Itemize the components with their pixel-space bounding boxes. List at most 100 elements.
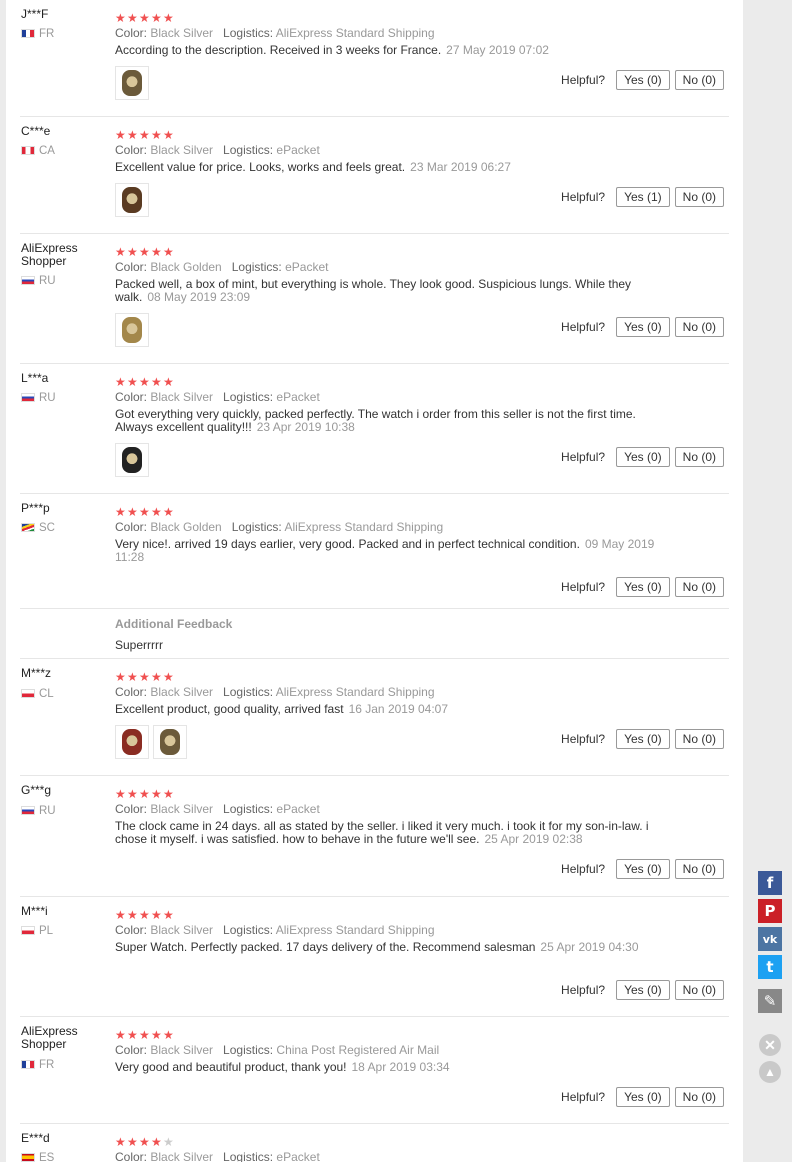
facebook-glyph: f: [766, 874, 774, 892]
review-date: 25 Apr 2019 02:38: [484, 832, 583, 846]
helpful-no-button[interactable]: No (0): [674, 70, 724, 90]
review-photos: [115, 66, 153, 100]
helpful-no-button[interactable]: No (0): [674, 317, 724, 337]
helpful-no-button[interactable]: No (0): [674, 859, 724, 879]
pinterest-glyph: P: [764, 902, 776, 920]
helpful-yes-button[interactable]: Yes (0): [616, 729, 670, 749]
helpful-yes-button[interactable]: Yes (0): [616, 859, 670, 879]
star-icon: ★: [115, 787, 126, 801]
star-icon: ★: [139, 505, 150, 519]
star-rating: ★★★★★: [115, 243, 175, 259]
scroll-top-icon[interactable]: ▲: [759, 1061, 781, 1083]
helpful-label: Helpful?: [561, 450, 606, 464]
helpful-controls: Helpful? Yes (0) No (0): [561, 577, 724, 597]
star-icon: ★: [115, 908, 126, 922]
vk-icon[interactable]: vk: [758, 927, 782, 951]
country-flag-icon: [21, 523, 35, 532]
reviewer-country: CL: [21, 688, 54, 700]
chevron-up-glyph: ▲: [764, 1065, 776, 1079]
star-rating: ★★★★★: [115, 785, 175, 801]
review-photos: [115, 183, 153, 217]
country-code: PL: [39, 925, 54, 937]
edit-icon[interactable]: ✎: [758, 989, 782, 1013]
helpful-label: Helpful?: [561, 732, 606, 746]
helpful-yes-button[interactable]: Yes (0): [616, 447, 670, 467]
helpful-no-button[interactable]: No (0): [674, 447, 724, 467]
review-date: 27 May 2019 07:02: [446, 43, 549, 57]
logistics-label: Logistics:: [223, 685, 274, 699]
star-icon: ★: [163, 1135, 174, 1149]
star-icon: ★: [127, 245, 138, 259]
star-icon: ★: [139, 128, 150, 142]
logistics-value: ePacket: [276, 1150, 320, 1162]
review-text: Excellent product, good quality, arrived…: [115, 703, 660, 716]
star-rating: ★★★★★: [115, 503, 175, 519]
reviewer-country: RU: [21, 392, 56, 404]
star-rating: ★★★★★: [115, 9, 175, 25]
review-photo-thumbnail[interactable]: [115, 183, 149, 217]
review-photo-thumbnail[interactable]: [115, 313, 149, 347]
helpful-yes-button[interactable]: Yes (0): [616, 70, 670, 90]
twitter-icon[interactable]: t: [758, 955, 782, 979]
review-attributes: Color: Black Silver Logistics: China Post…: [115, 1043, 439, 1057]
review-photo-thumbnail[interactable]: [153, 725, 187, 759]
review-text: Very good and beautiful product, thank y…: [115, 1061, 660, 1074]
star-icon: ★: [127, 1028, 138, 1042]
color-value: Black Silver: [150, 1150, 214, 1162]
additional-feedback: Additional Feedback Superrrrr: [115, 617, 232, 652]
star-icon: ★: [163, 11, 174, 25]
color-label: Color:: [115, 260, 148, 274]
color-label: Color:: [115, 685, 148, 699]
pinterest-icon[interactable]: P: [758, 899, 782, 923]
helpful-no-button[interactable]: No (0): [674, 1087, 724, 1107]
close-icon[interactable]: ✕: [759, 1034, 781, 1056]
helpful-yes-button[interactable]: Yes (0): [616, 980, 670, 1000]
star-icon: ★: [151, 787, 162, 801]
review-photo-thumbnail[interactable]: [115, 443, 149, 477]
star-icon: ★: [139, 375, 150, 389]
star-icon: ★: [139, 11, 150, 25]
reviewer-name: AliExpress Shopper: [21, 1024, 78, 1051]
review-text: Very nice!. arrived 19 days earlier, ver…: [115, 538, 660, 564]
reviewer-country: RU: [21, 805, 56, 817]
helpful-yes-button[interactable]: Yes (1): [616, 187, 670, 207]
reviewer-country: PL: [21, 925, 53, 937]
color-value: Black Silver: [150, 802, 214, 816]
helpful-yes-button[interactable]: Yes (0): [616, 1087, 670, 1107]
helpful-controls: Helpful? Yes (0) No (0): [561, 447, 724, 467]
review-photo-thumbnail[interactable]: [115, 725, 149, 759]
star-icon: ★: [139, 1135, 150, 1149]
helpful-controls: Helpful? Yes (1) No (0): [561, 187, 724, 207]
facebook-icon[interactable]: f: [758, 871, 782, 895]
star-rating: ★★★★★: [115, 906, 175, 922]
star-icon: ★: [127, 670, 138, 684]
helpful-yes-button[interactable]: Yes (0): [616, 317, 670, 337]
divider: [20, 608, 729, 609]
helpful-label: Helpful?: [561, 983, 606, 997]
divider: [20, 1123, 729, 1124]
helpful-no-button[interactable]: No (0): [674, 729, 724, 749]
star-icon: ★: [151, 1028, 162, 1042]
helpful-yes-button[interactable]: Yes (0): [616, 577, 670, 597]
reviewer-country: RU: [21, 275, 56, 287]
review-photos: [115, 313, 153, 347]
color-label: Color:: [115, 1043, 148, 1057]
review-photos: [115, 725, 191, 759]
review-body: Excellent product, good quality, arrived…: [115, 702, 344, 716]
reviewer-name: E***d: [21, 1131, 50, 1145]
edit-glyph: ✎: [763, 992, 777, 1010]
helpful-no-button[interactable]: No (0): [674, 187, 724, 207]
helpful-no-button[interactable]: No (0): [674, 980, 724, 1000]
review-photo-thumbnail[interactable]: [115, 66, 149, 100]
star-icon: ★: [151, 670, 162, 684]
color-value: Black Golden: [150, 520, 222, 534]
star-icon: ★: [151, 375, 162, 389]
divider: [20, 775, 729, 776]
helpful-controls: Helpful? Yes (0) No (0): [561, 859, 724, 879]
review-body: Got everything very quickly, packed perf…: [115, 407, 636, 434]
helpful-no-button[interactable]: No (0): [674, 577, 724, 597]
star-icon: ★: [127, 11, 138, 25]
review-text: Got everything very quickly, packed perf…: [115, 408, 660, 434]
vk-glyph: vk: [762, 932, 778, 946]
twitter-glyph: t: [766, 958, 774, 976]
